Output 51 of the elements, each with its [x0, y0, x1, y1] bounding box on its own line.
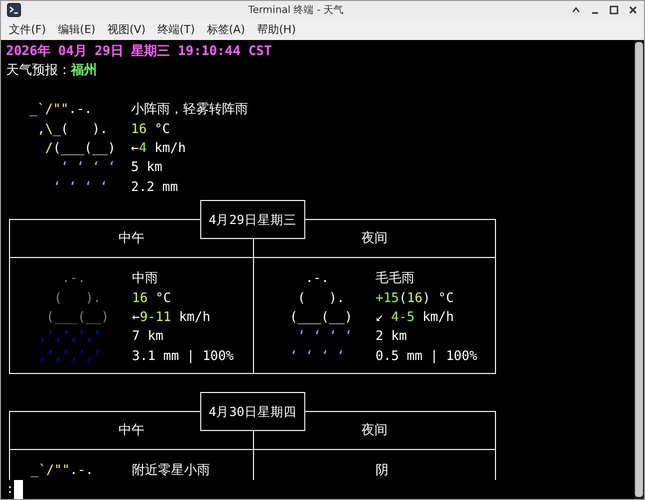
column-header: 中午 [117, 230, 146, 248]
ascii-art-line: ( ). [296, 290, 346, 308]
ascii-art-line: ‘ ‘ ‘ ‘ [60, 159, 117, 178]
ascii-art-line: ‘ ‘ ‘ ‘ [52, 178, 109, 197]
terminal-line: 2 km [376, 328, 408, 346]
ascii-art-line: ‚’‚’‚’‚’ [37, 348, 102, 366]
ascii-art-line: ,\_( ). [36, 120, 109, 139]
terminal-line: 中雨 [132, 270, 159, 288]
terminal-line: ↙ 4-5 km/h [376, 308, 455, 327]
terminal-line: 7 km [132, 328, 164, 346]
ascii-art-line: (___(__) [45, 308, 110, 327]
menu-item[interactable]: 视图(V) [101, 20, 152, 39]
maximize-icon[interactable] [609, 5, 619, 15]
ascii-art-line: ( ). [53, 290, 102, 308]
terminal-line: 天气预报：福州 [6, 62, 98, 80]
ascii-art-line: /(___(__) [44, 140, 117, 158]
terminal-line: 小阵雨，轻雾转阵雨 [131, 101, 248, 120]
terminal-line: 2.2 mm [131, 178, 179, 197]
terminal-line: 16 °C [132, 290, 172, 308]
window-title: Terminal 终端 - 天气 [247, 4, 345, 17]
ascii-art-line: .-. [60, 270, 86, 288]
ascii-art-line: _`/"".-. [28, 101, 94, 120]
terminal-icon [7, 3, 21, 17]
menu-item[interactable]: 文件(F) [3, 20, 52, 39]
menu-item[interactable]: 终端(T) [152, 20, 201, 39]
terminal-line: 0.5 mm | 100% [376, 348, 478, 366]
ascii-art-line: _`/"".-. [30, 462, 94, 480]
ascii-art-line: ‘ ‘ ‘ ‘ [296, 328, 354, 346]
date-label: 4月30日星期四 [200, 392, 306, 432]
ascii-art-line: ‘ ‘ ‘ ‘ [288, 348, 346, 366]
ascii-art-line: .-. [304, 270, 330, 288]
terminal-line: 毛毛雨 [376, 270, 416, 288]
column-header: 中午 [117, 422, 146, 440]
terminal-line: 2026年 04月 29日 星期三 19:10:44 CST [6, 43, 273, 61]
menu-item[interactable]: 帮助(H) [251, 20, 302, 39]
terminal-line: 3.1 mm | 100% [132, 348, 234, 366]
chevron-up-icon[interactable] [571, 5, 581, 15]
terminal-line: 5 km [131, 159, 164, 178]
ascii-art-line: (___(__) [288, 308, 354, 327]
terminal-line: ←9-11 km/h [132, 308, 212, 327]
close-icon[interactable] [628, 5, 638, 15]
menu-item[interactable]: 标签(A) [200, 20, 251, 39]
terminal-line: 16 °C [131, 120, 172, 139]
terminal-line: 阴 [376, 462, 388, 480]
terminal-line: +15(16) °C [376, 290, 455, 308]
terminal-line: 附近零星小雨 [132, 462, 210, 480]
text-cursor [14, 480, 23, 499]
prompt-text: : [6, 481, 14, 499]
ascii-art-line: ‚‘‚‘‚‘‚‘ [37, 328, 102, 346]
terminal-line: ←4 km/h [131, 140, 187, 158]
menu-item[interactable]: 编辑(E) [52, 20, 102, 39]
